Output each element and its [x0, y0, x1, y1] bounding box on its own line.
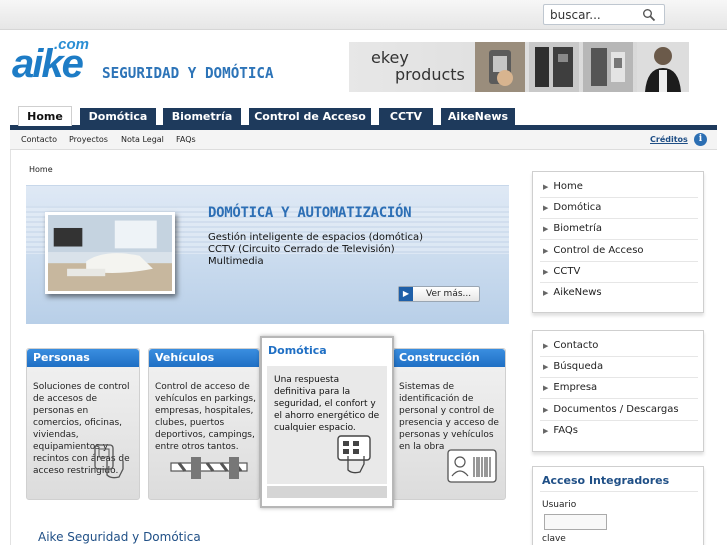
right-menu-documentos[interactable]: ▶ Documentos / Descargas: [543, 404, 679, 415]
tab-aikenews[interactable]: AikeNews: [441, 108, 515, 125]
category-title: Vehículos: [149, 349, 259, 367]
subnav-proyectos[interactable]: Proyectos: [69, 135, 108, 144]
right-menu-contacto[interactable]: ▶ Contacto: [543, 340, 598, 351]
logo-aike: aike: [12, 42, 84, 86]
right-menu-faqs[interactable]: ▶ FAQs: [543, 425, 578, 436]
password-label: clave: [542, 534, 566, 544]
separator: [540, 356, 698, 357]
access-panel-image: [583, 42, 633, 92]
chevron-right-icon: ▶: [543, 247, 549, 255]
sub-nav: [10, 130, 717, 150]
tab-cctv[interactable]: CCTV: [379, 108, 433, 125]
separator: [540, 239, 698, 240]
right-menu-biometria[interactable]: ▶ Biometría: [543, 223, 602, 234]
ekey-banner[interactable]: ekey products: [349, 42, 689, 92]
right-menu-home[interactable]: ▶ Home: [543, 181, 583, 192]
right-menu-busqueda[interactable]: ▶ Búsqueda: [543, 361, 603, 372]
ekey-text: ekey products: [371, 49, 465, 83]
right-menu-cctv[interactable]: ▶ CCTV: [543, 266, 580, 277]
tagline: SEGURIDAD Y DOMÓTICA: [102, 64, 274, 82]
menu-label: Control de Acceso: [553, 245, 644, 256]
control-panel-icon: [337, 435, 371, 474]
living-room-image: [45, 212, 175, 294]
category-domotica[interactable]: Domótica Una respuesta definitiva para l…: [260, 336, 394, 508]
menu-label: Documentos / Descargas: [553, 404, 679, 415]
chevron-right-icon: ▶: [543, 363, 549, 371]
separator: [540, 261, 698, 262]
category-personas[interactable]: Personas Soluciones de control de acceso…: [26, 348, 140, 500]
ver-mas-button[interactable]: ▶ Ver más...: [398, 286, 480, 302]
separator: [540, 491, 698, 492]
chevron-right-icon: ▶: [543, 384, 549, 392]
separator: [540, 197, 698, 198]
chevron-right-icon: ▶: [543, 289, 549, 297]
separator: [540, 377, 698, 378]
category-construccion[interactable]: Construcción Sistemas de identificación …: [392, 348, 506, 500]
menu-label: CCTV: [553, 266, 581, 277]
tab-domotica[interactable]: Domótica: [80, 108, 156, 125]
subnav-faqs[interactable]: FAQs: [176, 135, 196, 144]
chevron-right-icon: ▶: [543, 427, 549, 435]
tab-biometria[interactable]: Biometría: [163, 108, 241, 125]
barrier-gate-icon: [170, 457, 248, 479]
arrow-right-icon: ▶: [399, 287, 413, 301]
menu-label: Contacto: [553, 340, 599, 351]
category-text: Una respuesta definitiva para la segurid…: [274, 375, 380, 433]
right-menu-control-acceso[interactable]: ▶ Control de Acceso: [543, 245, 644, 256]
category-vehiculos[interactable]: Vehículos Control de acceso de vehículos…: [148, 348, 260, 500]
chevron-right-icon: ▶: [543, 204, 549, 212]
menu-label: Biometría: [553, 223, 602, 234]
category-title: Domótica: [268, 344, 327, 357]
username-label: Usuario: [542, 500, 577, 510]
search-input[interactable]: [550, 7, 642, 22]
menu-label: Empresa: [553, 382, 598, 393]
tab-control-acceso[interactable]: Control de Acceso: [249, 108, 371, 125]
id-card-icon: [447, 449, 497, 483]
chevron-right-icon: ▶: [543, 342, 549, 350]
aike-logo[interactable]: .com aike: [12, 36, 90, 94]
menu-label: Búsqueda: [553, 361, 604, 372]
banner-line-3: Multimedia: [208, 256, 264, 267]
menu-label: FAQs: [553, 425, 578, 436]
main-heading: Aike Seguridad y Domótica: [38, 530, 201, 544]
creditos-link[interactable]: Créditos: [650, 135, 688, 144]
category-footer: [267, 486, 387, 498]
right-menu-domotica[interactable]: ▶ Domótica: [543, 202, 601, 213]
category-text: Control de acceso de vehículos en parkin…: [155, 382, 256, 452]
banner-line-2: CCTV (Circuito Cerrado de Televisión): [208, 244, 395, 255]
info-icon[interactable]: i: [694, 133, 707, 146]
username-field[interactable]: [544, 514, 607, 530]
right-menu-empresa[interactable]: ▶ Empresa: [543, 382, 597, 393]
ver-mas-label: Ver más...: [426, 289, 472, 299]
menu-label: AikeNews: [553, 287, 602, 298]
chevron-right-icon: ▶: [543, 406, 549, 414]
separator: [540, 282, 698, 283]
breadcrumb[interactable]: Home: [29, 165, 53, 174]
banner-title: DOMÓTICA Y AUTOMATIZACIÓN: [208, 205, 412, 221]
tab-home[interactable]: Home: [18, 106, 72, 126]
fingerprint-reader-image: [475, 42, 525, 92]
category-title: Personas: [27, 349, 139, 367]
separator: [540, 398, 698, 399]
category-title: Construcción: [393, 349, 505, 367]
search-icon[interactable]: [642, 8, 656, 22]
search-box[interactable]: [543, 4, 665, 25]
menu-label: Domótica: [553, 202, 602, 213]
category-text: Sistemas de identificación de personal y…: [399, 382, 499, 452]
separator: [540, 218, 698, 219]
separator: [540, 420, 698, 421]
right-menu-aikenews[interactable]: ▶ AikeNews: [543, 287, 602, 298]
chevron-right-icon: ▶: [543, 268, 549, 276]
ekey-line2: products: [395, 65, 465, 84]
person-image: [637, 42, 689, 92]
door-reader-image: [529, 42, 579, 92]
subnav-contacto[interactable]: Contacto: [21, 135, 57, 144]
hand-touch-icon: [94, 444, 124, 479]
menu-label: Home: [553, 181, 583, 192]
subnav-nota-legal[interactable]: Nota Legal: [121, 135, 164, 144]
login-title: Acceso Integradores: [542, 474, 670, 487]
banner-line-1: Gestión inteligente de espacios (domótic…: [208, 232, 424, 243]
chevron-right-icon: ▶: [543, 183, 549, 191]
chevron-right-icon: ▶: [543, 225, 549, 233]
